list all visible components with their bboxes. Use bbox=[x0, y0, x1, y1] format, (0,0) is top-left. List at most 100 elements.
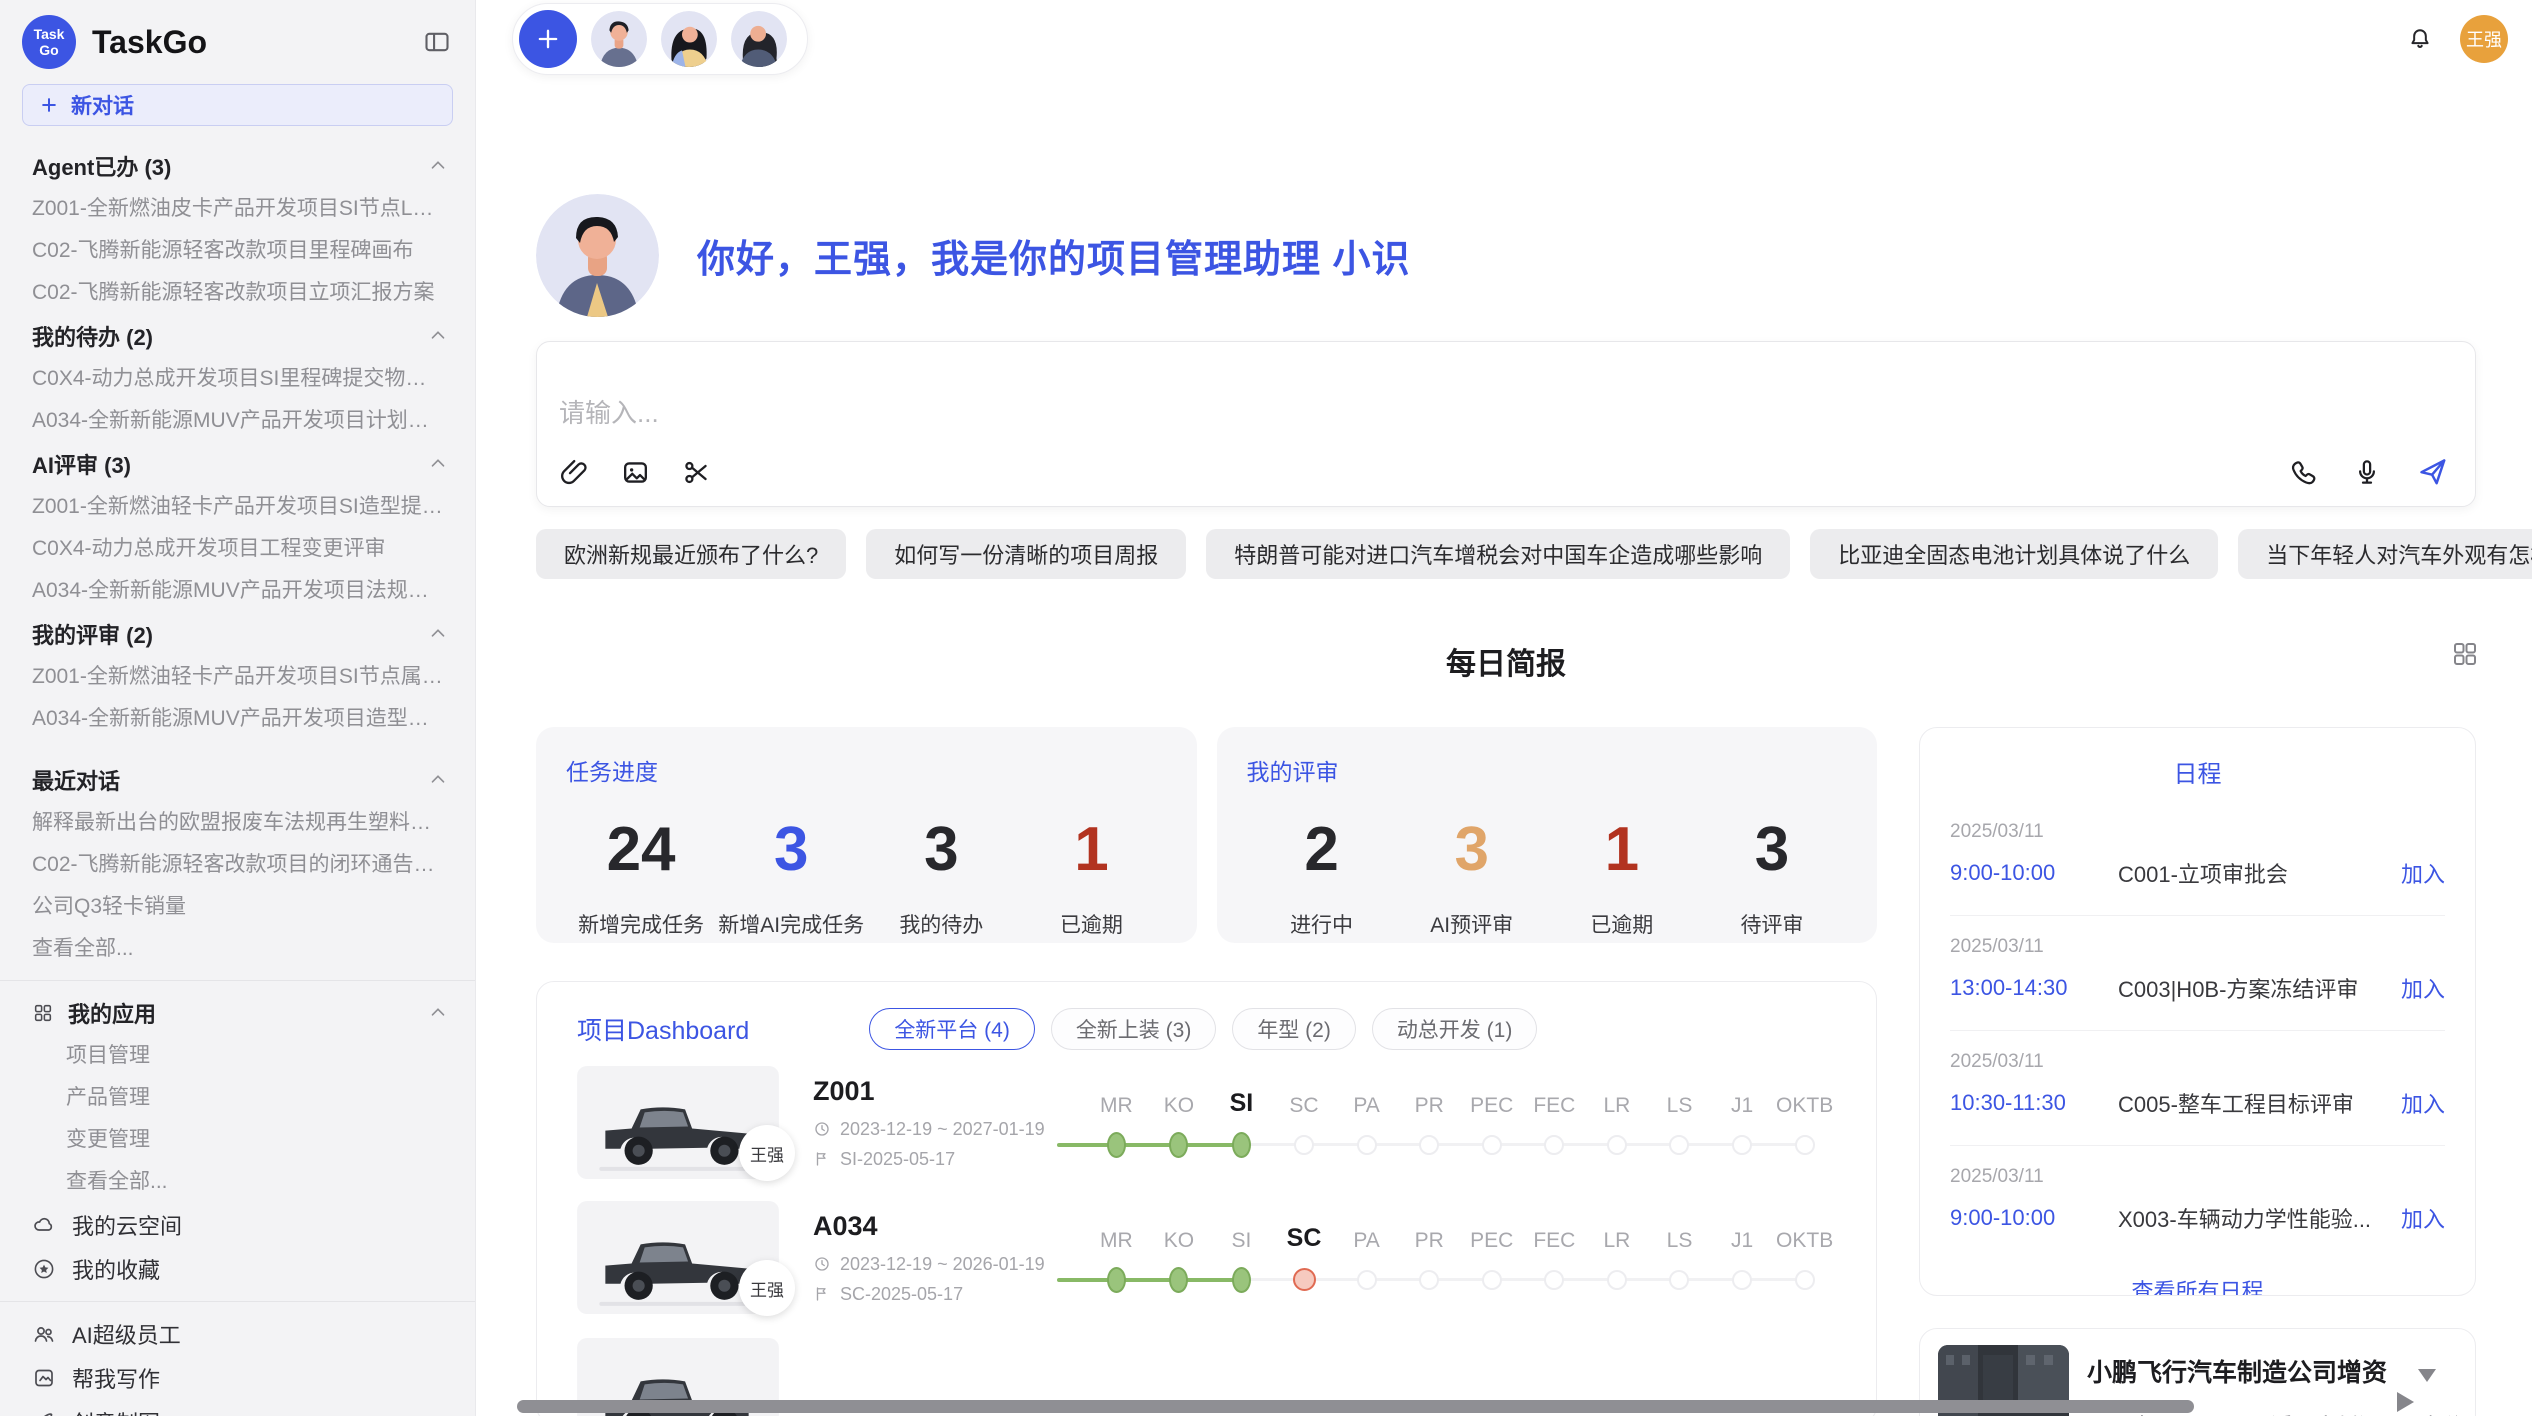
recent-chat-item[interactable]: 解释最新出台的欧盟报废车法规再生塑料比例被调至15%... bbox=[0, 802, 475, 844]
view-all-schedule-link[interactable]: 查看所有日程 bbox=[2131, 1274, 2263, 1296]
milestone-dot-fec bbox=[1544, 1135, 1564, 1155]
add-agent-button[interactable] bbox=[519, 10, 577, 68]
flag-icon bbox=[813, 1150, 831, 1168]
sidebar-task-item[interactable]: A034-全新新能源MUV产品开发项目计划变更表编写 bbox=[0, 400, 475, 442]
new-chat-button[interactable]: 新对话 bbox=[22, 84, 453, 126]
suggestion-chip[interactable]: 特朗普可能对进口汽车增税会对中国车企造成哪些影响 bbox=[1206, 529, 1790, 579]
milestone-dot-sc bbox=[1294, 1135, 1314, 1155]
screenshot-button[interactable] bbox=[681, 457, 712, 488]
stat-label: 我的待办 bbox=[866, 909, 1016, 939]
section-header-my-apps[interactable]: 我的应用 bbox=[0, 991, 475, 1035]
stat-value: 24 bbox=[566, 819, 716, 881]
section-header-my-review[interactable]: 我的评审 (2) bbox=[0, 612, 475, 656]
sidebar-task-item[interactable]: Z001-全新燃油皮卡产品开发项目SI节点Lesson Learn报告 bbox=[0, 188, 475, 230]
composer-input[interactable] bbox=[537, 342, 2475, 429]
composer-tools-left bbox=[559, 457, 712, 488]
chat-page: 你好，王强，我是你的项目管理助理 小识 bbox=[476, 194, 2532, 1416]
sidebar-task-item[interactable]: A034-全新新能源MUV产品开发项目法规符合性评审 bbox=[0, 570, 475, 612]
sidebar-task-item[interactable]: Z001-全新燃油轻卡产品开发项目SI节点属性5D文件评审 bbox=[0, 656, 475, 698]
card-title: 任务进度 bbox=[566, 753, 1167, 787]
stat-value: 3 bbox=[1397, 819, 1547, 881]
milestone-label-j1: J1 bbox=[1711, 1229, 1774, 1253]
task-progress-card: 任务进度 24 新增完成任务 3 新增AI完成任务 3 bbox=[536, 727, 1197, 943]
agent-avatar[interactable] bbox=[591, 11, 647, 67]
project-date-range: 2023-12-19 ~ 2027-01-19 bbox=[813, 1119, 1051, 1140]
sidebar-task-item[interactable]: A034-全新新能源MUV产品开发项目造型可行性评审 bbox=[0, 698, 475, 740]
chevron-up-icon bbox=[427, 1002, 449, 1024]
insert-image-button[interactable] bbox=[620, 457, 651, 488]
sidebar-item-creative-drawing[interactable]: 创意制图 bbox=[0, 1400, 475, 1416]
recent-view-all[interactable]: 查看全部... bbox=[0, 928, 475, 970]
agent-avatar[interactable] bbox=[731, 11, 787, 67]
dashboard-tabs: 全新平台 (4) 全新上装 (3) 年型 (2) 动总开发 (1) bbox=[869, 1008, 1537, 1050]
tab-new-upfit[interactable]: 全新上装 (3) bbox=[1051, 1008, 1217, 1050]
news-title: 小鹏飞行汽车制造公司增资 bbox=[2087, 1353, 2457, 1389]
card-title: 我的评审 bbox=[1247, 753, 1848, 787]
schedule-time: 9:00-10:00 bbox=[1950, 860, 2118, 886]
app-item-project-mgmt[interactable]: 项目管理 bbox=[0, 1035, 475, 1077]
section-header-agent-done[interactable]: Agent已办 (3) bbox=[0, 144, 475, 188]
sidebar-item-ai-super-staff[interactable]: AI超级员工 bbox=[0, 1312, 475, 1356]
apps-grid-icon bbox=[32, 1002, 54, 1024]
section-header-recent[interactable]: 最近对话 bbox=[0, 758, 475, 802]
suggestion-chip[interactable]: 欧洲新规最近颁布了什么? bbox=[536, 529, 846, 579]
sidebar-collapse-button[interactable] bbox=[423, 28, 451, 56]
horizontal-scrollbar[interactable] bbox=[517, 1400, 2194, 1413]
sidebar-item-write-for-me[interactable]: 帮我写作 bbox=[0, 1356, 475, 1400]
recent-chat-item[interactable]: 公司Q3轻卡销量 bbox=[0, 886, 475, 928]
suggestion-chips: 欧洲新规最近颁布了什么? 如何写一份清晰的项目周报 特朗普可能对进口汽车增税会对… bbox=[536, 529, 2476, 579]
notification-bell-button[interactable] bbox=[2406, 25, 2434, 53]
microphone-button[interactable] bbox=[2352, 457, 2382, 487]
suggestion-chip[interactable]: 如何写一份清晰的项目周报 bbox=[866, 529, 1186, 579]
sidebar-task-item[interactable]: Z001-全新燃油轻卡产品开发项目SI造型提交物评审 bbox=[0, 486, 475, 528]
tab-new-platform[interactable]: 全新平台 (4) bbox=[869, 1008, 1035, 1050]
section-my-todo: 我的待办 (2) C0X4-动力总成开发项目SI里程碑提交物检查 A034-全新… bbox=[0, 314, 475, 442]
sidebar-item-favorites[interactable]: 我的收藏 bbox=[0, 1247, 475, 1291]
join-meeting-link[interactable]: 加入 bbox=[2401, 1087, 2445, 1119]
sidebar-task-item[interactable]: C0X4-动力总成开发项目SI里程碑提交物检查 bbox=[0, 358, 475, 400]
sidebar-task-item[interactable]: C0X4-动力总成开发项目工程变更评审 bbox=[0, 528, 475, 570]
voice-call-button[interactable] bbox=[2288, 457, 2318, 487]
join-meeting-link[interactable]: 加入 bbox=[2401, 1202, 2445, 1234]
project-row-z001[interactable]: 王强 Z001 2023-12-19 ~ 2027-01-19 SI bbox=[577, 1066, 1836, 1179]
milestone-dot-oktb bbox=[1795, 1135, 1815, 1155]
join-meeting-link[interactable]: 加入 bbox=[2401, 857, 2445, 889]
milestone-dot-si bbox=[1232, 1267, 1251, 1293]
section-header-ai-review[interactable]: AI评审 (3) bbox=[0, 442, 475, 486]
milestone-label-si: SI bbox=[1210, 1229, 1273, 1253]
join-meeting-link[interactable]: 加入 bbox=[2401, 972, 2445, 1004]
daily-brief-header: 每日简报 bbox=[536, 639, 2476, 683]
send-button[interactable] bbox=[2416, 455, 2449, 488]
attach-file-button[interactable] bbox=[559, 457, 590, 488]
user-avatar[interactable]: 王强 bbox=[2460, 15, 2508, 63]
milestone-label-sc: SC bbox=[1273, 1094, 1336, 1118]
project-owner-badge: 王强 bbox=[739, 1260, 795, 1316]
milestone-dot-pec bbox=[1482, 1270, 1502, 1290]
scroll-down-arrow[interactable] bbox=[2418, 1369, 2436, 1382]
section-my-review: 我的评审 (2) Z001-全新燃油轻卡产品开发项目SI节点属性5D文件评审 A… bbox=[0, 612, 475, 740]
clock-icon bbox=[813, 1255, 831, 1273]
apps-view-all[interactable]: 查看全部... bbox=[0, 1161, 475, 1203]
milestone-date-text: SC-2025-05-17 bbox=[840, 1284, 963, 1305]
milestone-dot-j1 bbox=[1732, 1135, 1752, 1155]
tab-powertrain-dev[interactable]: 动总开发 (1) bbox=[1372, 1008, 1538, 1050]
sidebar-item-cloud-space[interactable]: 我的云空间 bbox=[0, 1203, 475, 1247]
section-header-my-todo[interactable]: 我的待办 (2) bbox=[0, 314, 475, 358]
sidebar-task-item[interactable]: C02-飞腾新能源轻客改款项目立项汇报方案 bbox=[0, 272, 475, 314]
app-item-product-mgmt[interactable]: 产品管理 bbox=[0, 1077, 475, 1119]
owner-name: 王强 bbox=[750, 1276, 784, 1301]
app-item-change-mgmt[interactable]: 变更管理 bbox=[0, 1119, 475, 1161]
agent-avatar[interactable] bbox=[661, 11, 717, 67]
milestone-label-ls: LS bbox=[1648, 1229, 1711, 1253]
stat-overdue: 1 已逾期 bbox=[1547, 819, 1697, 939]
project-row-a034[interactable]: 王强 A034 2023-12-19 ~ 2026-01-19 SC bbox=[577, 1201, 1836, 1314]
project-dashboard-card: 项目Dashboard 全新平台 (4) 全新上装 (3) 年型 (2) 动总开… bbox=[536, 981, 1877, 1416]
suggestion-chip[interactable]: 当下年轻人对汽车外观有怎样的喜好趋势 bbox=[2238, 529, 2532, 579]
layout-grid-button[interactable] bbox=[2450, 639, 2480, 669]
milestone-track: MRKOSISCPAPRPECFECLRLSJ1OKTB bbox=[1085, 1221, 1836, 1295]
suggestion-chip[interactable]: 比亚迪全固态电池计划具体说了什么 bbox=[1810, 529, 2218, 579]
tab-model-year[interactable]: 年型 (2) bbox=[1232, 1008, 1356, 1050]
scroll-right-arrow[interactable] bbox=[2397, 1392, 2414, 1412]
recent-chat-item[interactable]: C02-飞腾新能源轻客改款项目的闭环通告反馈情况 bbox=[0, 844, 475, 886]
sidebar-task-item[interactable]: C02-飞腾新能源轻客改款项目里程碑画布 bbox=[0, 230, 475, 272]
